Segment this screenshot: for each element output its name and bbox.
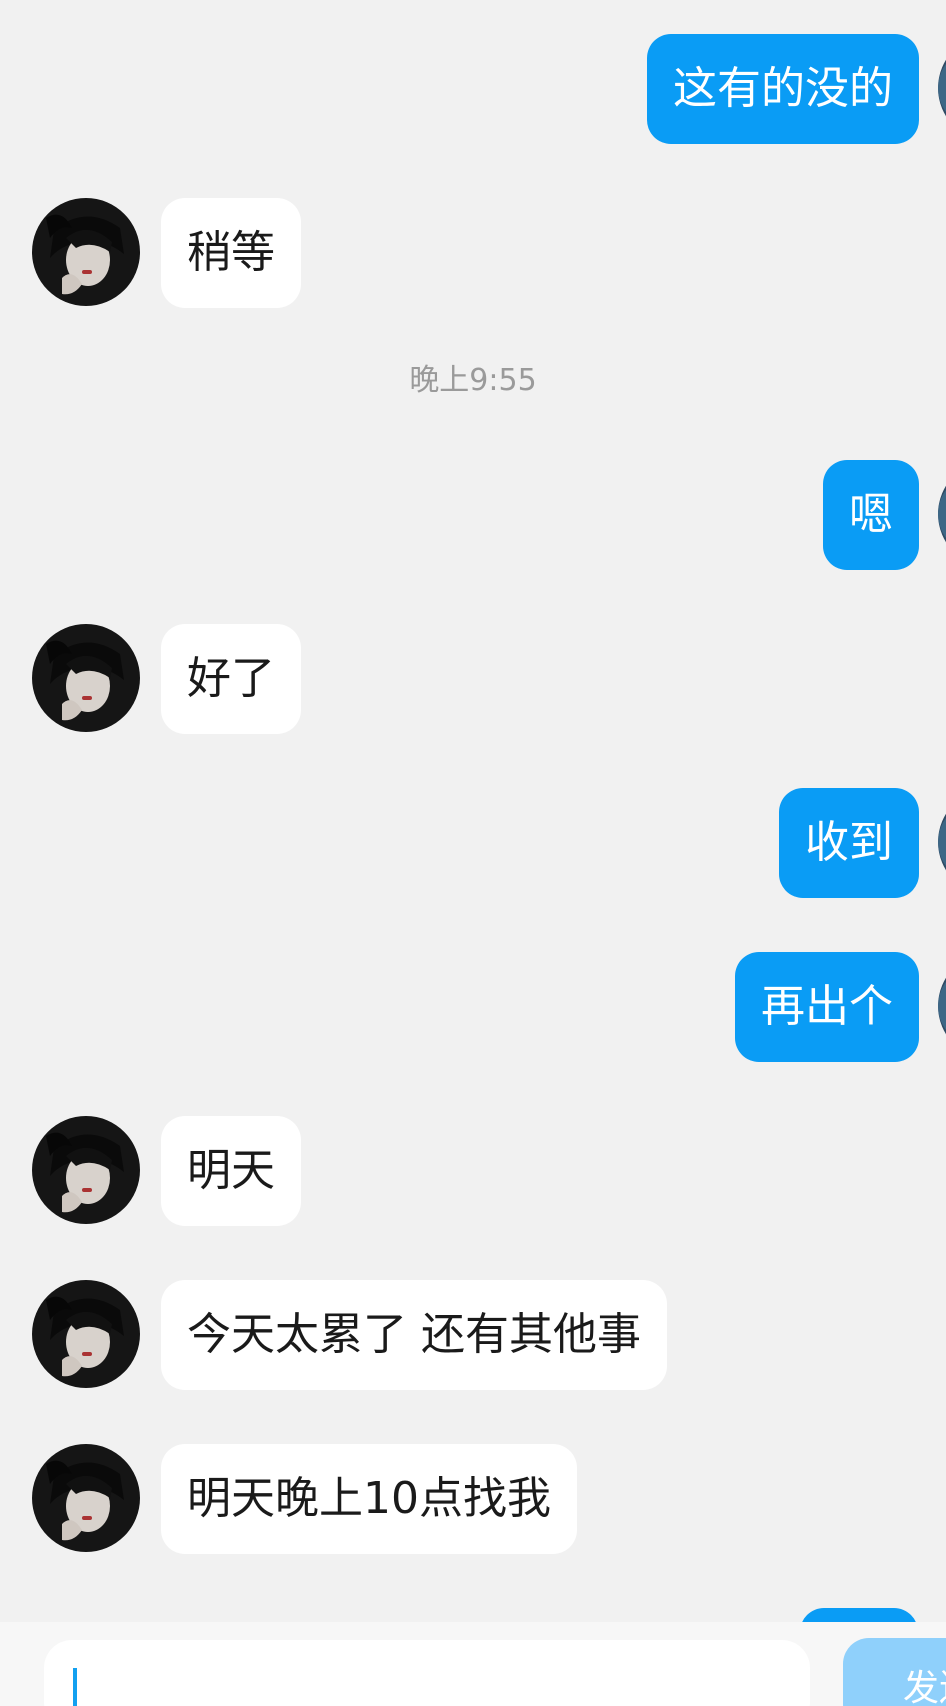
message-bubble-incoming[interactable]: 稍等 (161, 198, 301, 308)
message-bubble-outgoing[interactable]: 这有的没的 (647, 34, 919, 144)
message-bubble-outgoing[interactable]: 再出个 (735, 952, 919, 1062)
message-bubble-outgoing[interactable]: 嗯 (823, 460, 919, 570)
message-row-incoming: 今天太累了 还有其他事 (0, 1280, 946, 1390)
self-avatar[interactable] (938, 460, 946, 568)
message-row-incoming: 稍等 (0, 198, 946, 308)
message-row-incoming: 好了 (0, 624, 946, 734)
message-row-outgoing: 收到 (0, 788, 946, 898)
contact-avatar[interactable] (32, 1444, 140, 1552)
contact-avatar[interactable] (32, 1116, 140, 1224)
message-row-outgoing: 再出个 (0, 952, 946, 1062)
message-bubble-incoming[interactable]: 明天 (161, 1116, 301, 1226)
message-bubble-incoming[interactable]: 明天晚上10点找我 (161, 1444, 577, 1554)
self-avatar[interactable] (938, 788, 946, 896)
contact-avatar[interactable] (32, 198, 140, 306)
text-caret (73, 1668, 77, 1706)
contact-avatar[interactable] (32, 624, 140, 732)
message-row-incoming: 明天 (0, 1116, 946, 1226)
message-row-outgoing: 嗯 (0, 460, 946, 570)
message-bubble-outgoing[interactable]: 收到 (779, 788, 919, 898)
self-avatar[interactable] (938, 34, 946, 142)
send-button[interactable]: 发送 (843, 1638, 946, 1706)
message-bubble-incoming[interactable]: 好了 (161, 624, 301, 734)
message-composer: 发送 (0, 1622, 946, 1706)
message-input[interactable] (44, 1640, 810, 1706)
chat-area[interactable]: 这有的没的 稍等 晚上9:55 嗯 好了 收到 再出个 明天 今天太累了 还有其… (0, 0, 946, 1622)
timestamp: 晚上9:55 (409, 363, 537, 398)
message-bubble-incoming[interactable]: 今天太累了 还有其他事 (161, 1280, 667, 1390)
message-row-outgoing: 这有的没的 (0, 34, 946, 144)
message-bubble-outgoing-partial[interactable] (800, 1608, 918, 1622)
contact-avatar[interactable] (32, 1280, 140, 1388)
self-avatar[interactable] (938, 952, 946, 1060)
message-row-incoming: 明天晚上10点找我 (0, 1444, 946, 1554)
